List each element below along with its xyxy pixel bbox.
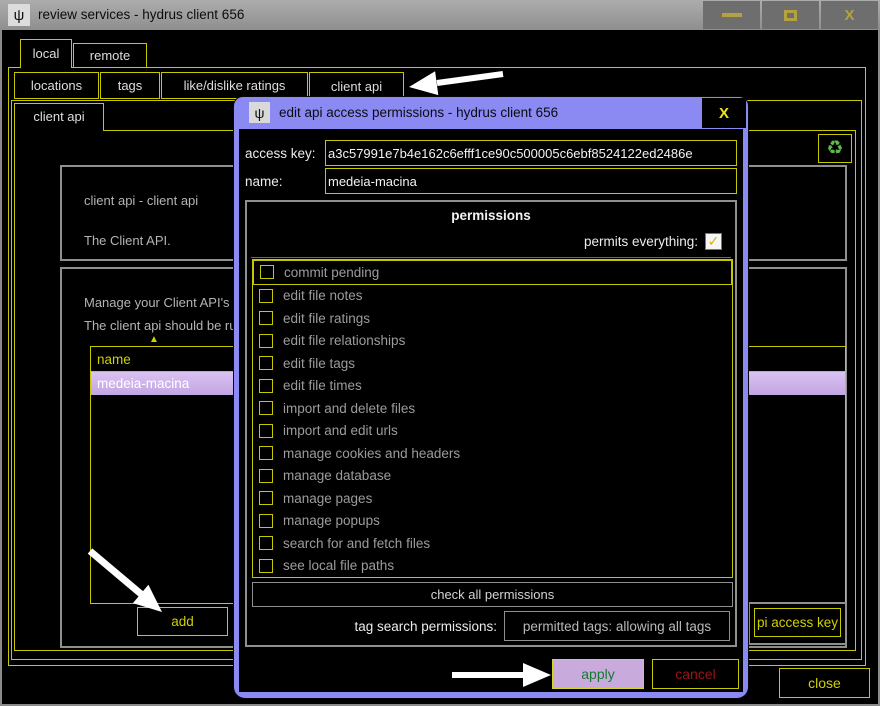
apply-button[interactable]: apply	[552, 659, 644, 689]
maximize-button[interactable]	[762, 1, 819, 29]
permission-row-manage-popups[interactable]: manage popups	[253, 510, 732, 533]
access-key-label: access key:	[245, 146, 316, 161]
permissions-list[interactable]: commit pending edit file notes edit file…	[252, 259, 733, 578]
close-icon: X	[844, 7, 854, 24]
tag-search-permissions-row: tag search permissions: permitted tags: …	[247, 611, 730, 641]
permission-label: import and edit urls	[283, 423, 398, 438]
permission-row-commit-pending[interactable]: commit pending	[253, 260, 732, 285]
minimize-icon	[722, 13, 742, 17]
minimize-button[interactable]	[703, 1, 760, 29]
refresh-button[interactable]: ♻	[818, 134, 852, 163]
titlebar: ψ review services - hydrus client 656 X	[0, 0, 880, 30]
permissions-panel: permissions permits everything: ✓ commit…	[245, 200, 737, 647]
hydrus-app-icon: ψ	[8, 4, 30, 26]
window-frame-left	[0, 30, 2, 706]
checkbox-icon[interactable]	[260, 265, 274, 279]
service-name-text: client api - client api	[84, 193, 198, 208]
permissions-divider	[251, 257, 731, 258]
checkbox-icon[interactable]	[259, 289, 273, 303]
permits-everything-label: permits everything:	[584, 234, 698, 249]
permission-label: search for and fetch files	[283, 536, 430, 551]
checkbox-icon[interactable]	[259, 379, 273, 393]
checkbox-icon[interactable]	[259, 469, 273, 483]
permission-label: manage database	[283, 468, 391, 483]
permission-row-manage-database[interactable]: manage database	[253, 465, 732, 488]
tab-like-dislike-ratings[interactable]: like/dislike ratings	[161, 72, 308, 99]
checkbox-icon[interactable]	[259, 491, 273, 505]
permission-label: edit file notes	[283, 288, 363, 303]
tab-tags[interactable]: tags	[100, 72, 160, 99]
tag-search-permissions-label: tag search permissions:	[354, 619, 497, 634]
permission-row-edit-file-relationships[interactable]: edit file relationships	[253, 330, 732, 353]
permission-row-see-local-file-paths[interactable]: see local file paths	[253, 555, 732, 578]
permits-everything-row: permits everything: ✓	[247, 230, 735, 252]
permission-label: manage popups	[283, 513, 380, 528]
permission-row-edit-file-tags[interactable]: edit file tags	[253, 352, 732, 375]
permission-label: manage pages	[283, 491, 372, 506]
name-input[interactable]	[325, 168, 737, 194]
api-access-key-button[interactable]: pi access key	[754, 608, 841, 637]
maximize-icon	[784, 10, 797, 21]
tab-remote[interactable]: remote	[73, 43, 147, 68]
checkbox-icon[interactable]	[259, 536, 273, 550]
permission-label: commit pending	[284, 265, 379, 280]
permission-row-import-and-edit-urls[interactable]: import and edit urls	[253, 420, 732, 443]
permission-row-edit-file-times[interactable]: edit file times	[253, 375, 732, 398]
permission-row-edit-file-notes[interactable]: edit file notes	[253, 285, 732, 308]
tab-locations[interactable]: locations	[14, 72, 99, 99]
tab-client-api-service[interactable]: client api	[14, 103, 104, 131]
permits-everything-checkbox[interactable]: ✓	[705, 233, 722, 250]
dialog-body: access key: name: permissions permits ev…	[239, 129, 743, 692]
permission-row-search-for-and-fetch-files[interactable]: search for and fetch files	[253, 532, 732, 555]
review-services-window: ψ review services - hydrus client 656 X …	[0, 0, 880, 706]
edit-api-access-permissions-dialog: ψ edit api access permissions - hydrus c…	[234, 97, 748, 698]
permission-label: import and delete files	[283, 401, 415, 416]
permission-row-manage-cookies-and-headers[interactable]: manage cookies and headers	[253, 442, 732, 465]
permission-label: edit file tags	[283, 356, 355, 371]
dialog-title: edit api access permissions - hydrus cli…	[279, 97, 558, 128]
checkbox-icon[interactable]	[259, 514, 273, 528]
permission-row-edit-file-ratings[interactable]: edit file ratings	[253, 307, 732, 330]
checkbox-icon[interactable]	[259, 446, 273, 460]
add-button[interactable]: add	[137, 607, 228, 636]
cancel-button[interactable]: cancel	[652, 659, 739, 689]
access-key-input[interactable]	[325, 140, 737, 166]
sort-ascending-icon: ▲	[149, 334, 159, 345]
permission-row-manage-pages[interactable]: manage pages	[253, 487, 732, 510]
close-button[interactable]: close	[779, 668, 870, 698]
service-description-text: The Client API.	[84, 233, 171, 248]
permission-label: see local file paths	[283, 558, 394, 573]
window-title: review services - hydrus client 656	[38, 0, 244, 30]
permitted-tags-button[interactable]: permitted tags: allowing all tags	[504, 611, 730, 641]
check-all-permissions-button[interactable]: check all permissions	[252, 582, 733, 607]
permission-label: manage cookies and headers	[283, 446, 460, 461]
permissions-panel-title: permissions	[247, 208, 735, 223]
checkbox-icon[interactable]	[259, 424, 273, 438]
tab-local[interactable]: local	[20, 39, 72, 68]
permission-label: edit file relationships	[283, 333, 405, 348]
dialog-close-button[interactable]: X	[702, 98, 746, 128]
permission-label: edit file times	[283, 378, 362, 393]
permission-row-import-and-delete-files[interactable]: import and delete files	[253, 397, 732, 420]
checkbox-icon[interactable]	[259, 559, 273, 573]
checkbox-icon[interactable]	[259, 356, 273, 370]
checkbox-icon[interactable]	[259, 311, 273, 325]
name-label: name:	[245, 174, 283, 189]
checkbox-icon[interactable]	[259, 334, 273, 348]
refresh-icon: ♻	[826, 137, 843, 160]
hydrus-dialog-icon: ψ	[249, 102, 270, 123]
permission-label: edit file ratings	[283, 311, 370, 326]
checkbox-icon[interactable]	[259, 401, 273, 415]
close-window-button[interactable]: X	[821, 1, 878, 29]
